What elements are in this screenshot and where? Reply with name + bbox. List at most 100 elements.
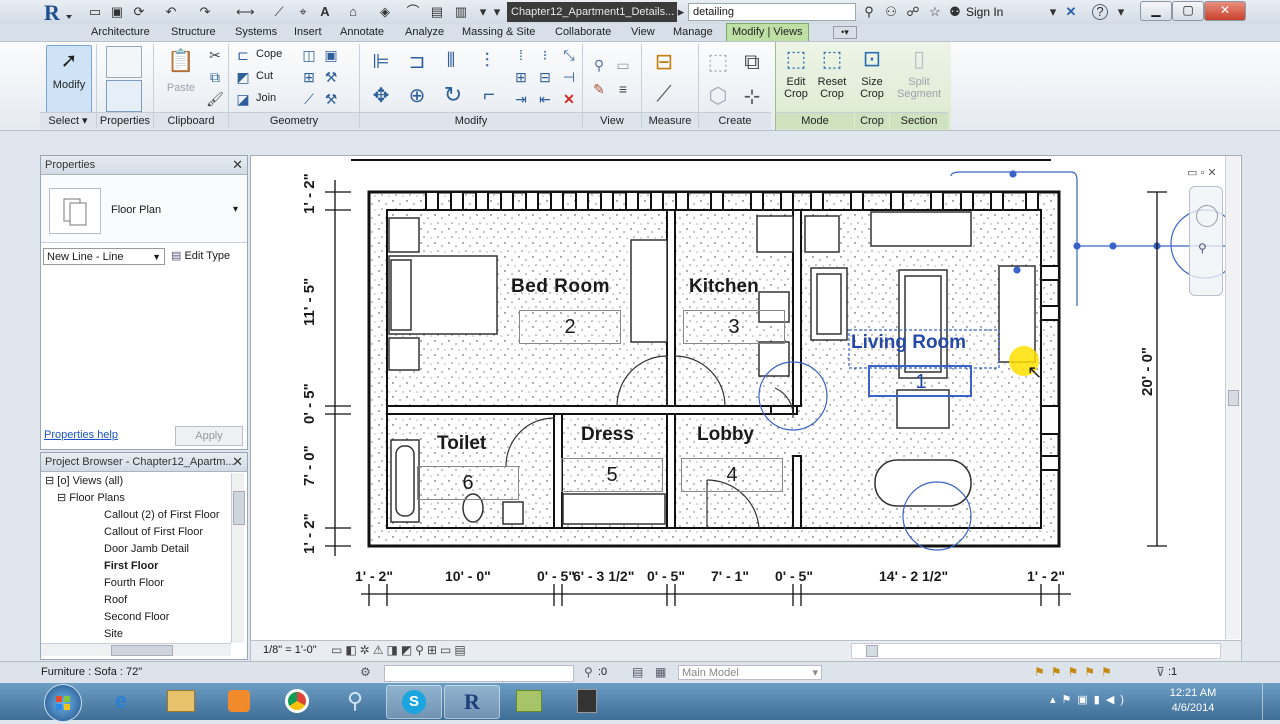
tab-collaborate[interactable]: Collaborate: [555, 24, 611, 41]
tab-manage[interactable]: Manage: [673, 24, 713, 41]
modify-button[interactable]: ➚ Modify: [46, 45, 92, 113]
unpin-icon[interactable]: ⊟: [536, 68, 554, 86]
tab-architecture[interactable]: Architecture: [91, 24, 150, 41]
offset-icon[interactable]: ⊐: [404, 48, 430, 74]
scroll-thumb[interactable]: [1228, 390, 1239, 406]
scroll-thumb[interactable]: [111, 645, 173, 656]
paint-icon[interactable]: ▣: [322, 46, 340, 64]
sign-in-button[interactable]: Sign In: [966, 3, 1003, 21]
text-icon[interactable]: A: [316, 3, 334, 21]
copy-icon[interactable]: ⧉: [206, 68, 224, 86]
save-icon[interactable]: ▣: [108, 3, 126, 21]
redo-icon[interactable]: ↷: [196, 3, 214, 21]
binoculars-icon[interactable]: ⚲: [860, 3, 878, 21]
exchange-apps-icon[interactable]: ✕: [1062, 3, 1080, 21]
instance-selector[interactable]: New Line - Line ▼: [43, 248, 165, 265]
clock-date[interactable]: 4/6/2014: [1166, 702, 1220, 714]
sync-icon[interactable]: ⟳: [130, 3, 148, 21]
cut-geometry-icon[interactable]: ◩: [234, 68, 252, 86]
tab-analyze[interactable]: Analyze: [405, 24, 444, 41]
search-input[interactable]: detailing: [688, 3, 856, 21]
scroll-thumb[interactable]: [866, 645, 878, 657]
type-selector[interactable]: Floor Plan ▾: [41, 176, 247, 243]
chevron-right-icon[interactable]: ▸: [676, 3, 686, 21]
tree-item[interactable]: Callout of First Floor: [104, 524, 203, 541]
design-option-select[interactable]: Main Model ▾: [678, 665, 822, 680]
skype-icon[interactable]: S: [386, 685, 442, 719]
join-icon[interactable]: ◪: [234, 90, 252, 108]
minimize-button[interactable]: ▁: [1140, 1, 1172, 21]
line-style-icon[interactable]: ≡: [614, 80, 632, 98]
tree-floor-plans[interactable]: ⊟ Floor Plans: [57, 490, 125, 507]
split-face-icon[interactable]: ◫: [300, 46, 318, 64]
chrome-icon[interactable]: [270, 685, 324, 717]
chevron-down-icon[interactable]: ▾: [233, 204, 238, 215]
steering-wheel-icon[interactable]: [1196, 205, 1218, 227]
remove-paint-icon[interactable]: ⟋: [300, 90, 318, 108]
design-options-icon[interactable]: ▤: [632, 665, 643, 679]
drawing-area[interactable]: Bed Room 2 Kitchen 3 Living Room 1 Toile…: [250, 155, 1242, 642]
demolish-icon[interactable]: ⚒: [322, 68, 340, 86]
open-folder-icon[interactable]: ▭: [86, 3, 104, 21]
chevron-down-icon[interactable]: ▾: [1044, 3, 1062, 21]
show-desktop-button[interactable]: [1262, 683, 1277, 720]
tree-item[interactable]: Site: [104, 626, 123, 643]
join-button[interactable]: Join: [256, 92, 276, 104]
cope-button[interactable]: Cope: [256, 48, 282, 60]
chevron-down-icon[interactable]: ▾: [1112, 3, 1130, 21]
explorer-icon[interactable]: [154, 685, 208, 717]
hide-element-icon[interactable]: ⚲: [590, 56, 608, 74]
split-segment-button[interactable]: ▯ Split Segment: [896, 46, 942, 110]
pin-element-icon[interactable]: ⇥: [512, 90, 530, 108]
recorder-app-icon[interactable]: [560, 685, 614, 717]
zoom-icon[interactable]: ⚲: [1198, 241, 1207, 255]
rotate-icon[interactable]: ↻: [440, 82, 466, 108]
close-hidden-icon[interactable]: ▤: [428, 3, 446, 21]
tab-massing-site[interactable]: Massing & Site: [462, 24, 535, 41]
active-workset[interactable]: [384, 665, 574, 682]
revit-logo[interactable]: R: [42, 0, 78, 25]
create-group-icon[interactable]: ⧉: [738, 48, 766, 76]
cut-button[interactable]: Cut: [256, 70, 273, 82]
scrollbar-horizontal[interactable]: [41, 643, 231, 656]
match-properties-icon[interactable]: 🖌: [206, 90, 224, 108]
exclude-options-icon[interactable]: ▦: [655, 665, 666, 679]
tree-item[interactable]: Callout (2) of First Floor: [104, 507, 220, 524]
type-properties-icon[interactable]: [106, 46, 142, 78]
tab-structure[interactable]: Structure: [171, 24, 216, 41]
tab-view[interactable]: View: [631, 24, 655, 41]
trim-icon[interactable]: ⌐: [476, 82, 502, 108]
canvas-scrollbar-horizontal[interactable]: [851, 643, 1221, 659]
dimension-icon[interactable]: ⟋: [270, 3, 288, 21]
switch-windows-icon[interactable]: ▥: [452, 3, 470, 21]
override-graphics-icon[interactable]: ▭: [614, 56, 632, 74]
close-icon[interactable]: ✕: [232, 156, 243, 174]
aligned-dimension-icon[interactable]: ⟋: [650, 80, 678, 108]
array-icon[interactable]: ⁝: [536, 46, 554, 64]
revit-taskbar-icon[interactable]: R: [444, 685, 500, 719]
hammer-icon[interactable]: ⚒: [322, 90, 340, 108]
align-icon[interactable]: ⊫: [368, 48, 394, 74]
scale-icon[interactable]: ⤡: [560, 46, 578, 64]
split-icon[interactable]: ⁞: [512, 46, 530, 64]
edit-type-button[interactable]: ▤ Edit Type: [171, 248, 230, 265]
edit-crop-button[interactable]: ⬚ Edit Crop: [778, 46, 814, 110]
view-control-icons[interactable]: ▭◧✲⚠◨◩⚲⊞▭▤: [331, 643, 469, 657]
scroll-thumb[interactable]: [233, 491, 245, 525]
measure-distance-icon[interactable]: ⊟: [650, 48, 678, 76]
media-player-icon[interactable]: [212, 685, 266, 717]
wall-joins-icon[interactable]: ⊞: [300, 68, 318, 86]
view-scale[interactable]: 1/8" = 1'-0": [263, 644, 317, 656]
start-button[interactable]: [44, 684, 82, 722]
thin-lines-icon[interactable]: ⌒: [404, 3, 422, 21]
mirror-draw-icon[interactable]: ⫶: [474, 48, 500, 74]
customize-qat-icon[interactable]: ▾: [488, 3, 506, 21]
subscription-icon[interactable]: ⚇: [882, 3, 900, 21]
clock-time[interactable]: 12:21 AM: [1166, 687, 1220, 699]
unpin-element-icon[interactable]: ⇤: [536, 90, 554, 108]
tree-item[interactable]: Door Jamb Detail: [104, 541, 189, 558]
delete-icon[interactable]: ✕: [560, 90, 578, 108]
tree-item[interactable]: Fourth Floor: [104, 575, 164, 592]
ie-icon[interactable]: e: [94, 685, 148, 717]
tree-item[interactable]: Roof: [104, 592, 127, 609]
